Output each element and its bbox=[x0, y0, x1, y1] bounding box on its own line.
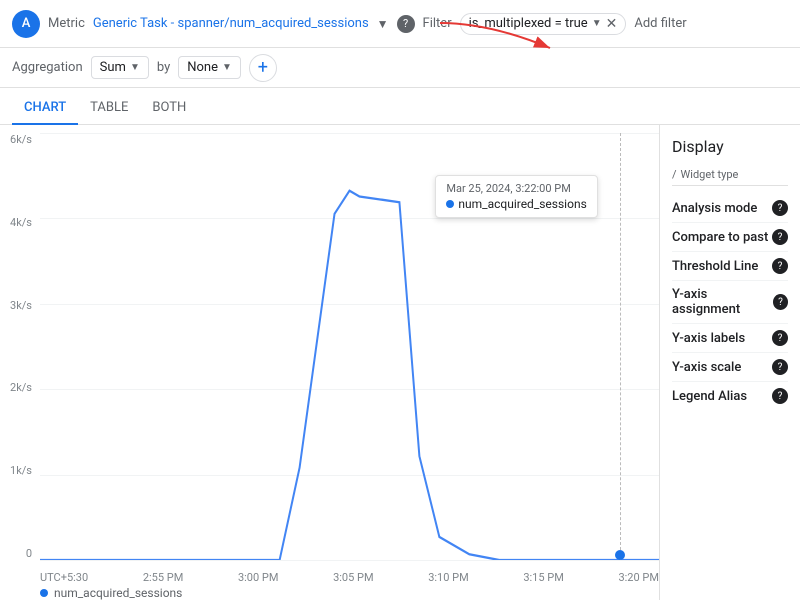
y-label-2k: 2k/s bbox=[10, 381, 32, 394]
panel-item-compare-to-past[interactable]: Compare to past ? bbox=[672, 223, 788, 252]
add-aggregation-button[interactable]: + bbox=[249, 54, 277, 82]
filter-remove-icon[interactable]: ✕ bbox=[606, 16, 618, 32]
x-label-305: 3:05 PM bbox=[333, 571, 373, 584]
add-filter-button[interactable]: Add filter bbox=[634, 16, 686, 31]
chart-svg bbox=[40, 133, 659, 560]
dashed-vertical-line bbox=[620, 133, 621, 560]
grid-line-0 bbox=[40, 560, 659, 561]
y-axis: 6k/s 4k/s 3k/s 2k/s 1k/s 0 bbox=[0, 133, 38, 560]
threshold-line-help-icon[interactable]: ? bbox=[772, 258, 788, 274]
y-axis-scale-help-icon[interactable]: ? bbox=[772, 359, 788, 375]
x-label-310: 3:10 PM bbox=[428, 571, 468, 584]
compare-to-past-help-icon[interactable]: ? bbox=[772, 229, 788, 245]
y-axis-labels-help-icon[interactable]: ? bbox=[772, 330, 788, 346]
chart-area: 6k/s 4k/s 3k/s 2k/s 1k/s 0 Mar 25, 202 bbox=[0, 125, 660, 600]
sum-value: Sum bbox=[100, 60, 126, 75]
filter-label: Filter bbox=[423, 16, 452, 31]
y-axis-scale-label: Y-axis scale bbox=[672, 360, 741, 375]
legend-dot bbox=[40, 589, 48, 597]
tab-chart[interactable]: CHART bbox=[12, 92, 78, 125]
display-panel-title: Display bbox=[672, 137, 788, 156]
main-area: 6k/s 4k/s 3k/s 2k/s 1k/s 0 Mar 25, 202 bbox=[0, 125, 800, 600]
filter-dropdown-icon[interactable]: ▼ bbox=[592, 18, 602, 29]
y-axis-assignment-label: Y-axis assignment bbox=[672, 287, 773, 317]
none-dropdown-icon: ▼ bbox=[222, 62, 232, 73]
x-label-255: 2:55 PM bbox=[143, 571, 183, 584]
panel-item-threshold-line[interactable]: Threshold Line ? bbox=[672, 252, 788, 281]
x-axis: UTC+5:30 2:55 PM 3:00 PM 3:05 PM 3:10 PM… bbox=[40, 571, 659, 584]
metric-label: Metric bbox=[48, 16, 85, 31]
y-label-0: 0 bbox=[26, 547, 32, 560]
endpoint-dot bbox=[615, 550, 625, 560]
sum-dropdown-icon: ▼ bbox=[130, 62, 140, 73]
tab-row: CHART TABLE BOTH bbox=[0, 88, 800, 125]
y-label-3k: 3k/s bbox=[10, 299, 32, 312]
x-label-300: 3:00 PM bbox=[238, 571, 278, 584]
top-toolbar: A Metric Generic Task - spanner/num_acqu… bbox=[0, 0, 800, 48]
y-axis-assignment-help-icon[interactable]: ? bbox=[773, 294, 788, 310]
avatar: A bbox=[12, 10, 40, 38]
display-panel: Display Widget type Analysis mode ? Comp… bbox=[660, 125, 800, 600]
y-axis-labels-label: Y-axis labels bbox=[672, 331, 745, 346]
legend-alias-help-icon[interactable]: ? bbox=[772, 388, 788, 404]
tab-both[interactable]: BOTH bbox=[140, 92, 198, 125]
by-label: by bbox=[157, 60, 170, 75]
sum-select[interactable]: Sum ▼ bbox=[91, 56, 149, 79]
none-value: None bbox=[187, 60, 218, 75]
y-label-1k: 1k/s bbox=[10, 464, 32, 477]
chart-line bbox=[40, 191, 659, 560]
x-label-315: 3:15 PM bbox=[523, 571, 563, 584]
y-label-6k: 6k/s bbox=[10, 133, 32, 146]
legend-label: num_acquired_sessions bbox=[54, 586, 182, 600]
panel-item-analysis-mode[interactable]: Analysis mode ? bbox=[672, 194, 788, 223]
aggregation-label: Aggregation bbox=[12, 60, 83, 75]
secondary-toolbar: Aggregation Sum ▼ by None ▼ + bbox=[0, 48, 800, 88]
help-icon[interactable]: ? bbox=[397, 15, 415, 33]
panel-item-y-axis-labels[interactable]: Y-axis labels ? bbox=[672, 324, 788, 353]
metric-dropdown-icon[interactable]: ▼ bbox=[377, 17, 389, 31]
x-label-320: 3:20 PM bbox=[618, 571, 658, 584]
panel-item-y-axis-assignment[interactable]: Y-axis assignment ? bbox=[672, 281, 788, 324]
y-label-4k: 4k/s bbox=[10, 216, 32, 229]
panel-item-y-axis-scale[interactable]: Y-axis scale ? bbox=[672, 353, 788, 382]
none-select[interactable]: None ▼ bbox=[178, 56, 241, 79]
metric-value[interactable]: Generic Task - spanner/num_acquired_sess… bbox=[93, 16, 369, 31]
legend-alias-label: Legend Alias bbox=[672, 389, 747, 404]
analysis-mode-label: Analysis mode bbox=[672, 201, 757, 216]
tab-table[interactable]: TABLE bbox=[78, 92, 140, 125]
widget-type-header: Widget type bbox=[672, 168, 788, 186]
filter-chip-text: is_multiplexed = true bbox=[469, 16, 588, 31]
compare-to-past-label: Compare to past bbox=[672, 230, 768, 245]
panel-item-legend-alias[interactable]: Legend Alias ? bbox=[672, 382, 788, 410]
x-label-utc: UTC+5:30 bbox=[40, 571, 88, 584]
filter-chip[interactable]: is_multiplexed = true ▼ ✕ bbox=[460, 13, 627, 35]
analysis-mode-help-icon[interactable]: ? bbox=[772, 200, 788, 216]
threshold-line-label: Threshold Line bbox=[672, 259, 758, 274]
chart-legend: num_acquired_sessions bbox=[40, 586, 182, 600]
